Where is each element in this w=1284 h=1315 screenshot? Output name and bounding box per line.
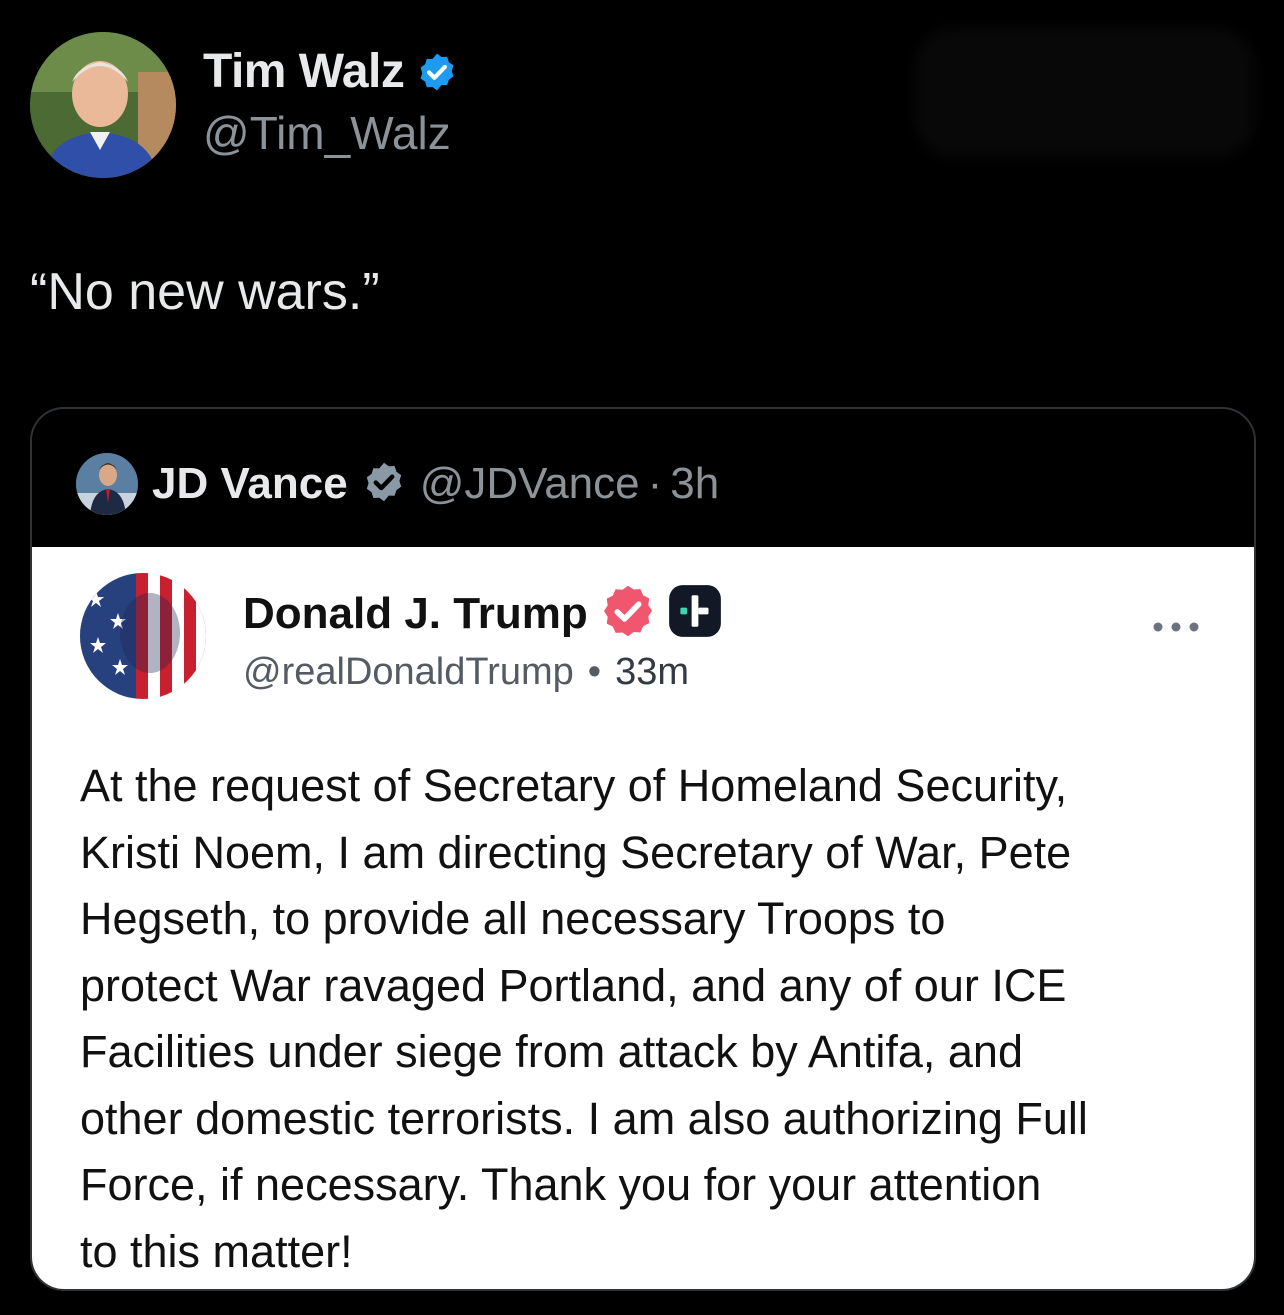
- quoted-tweet-card[interactable]: JD Vance @JDVance · 3h Donald J. Trump @…: [30, 407, 1256, 1291]
- author-name[interactable]: Tim Walz: [203, 44, 405, 99]
- verified-badge-icon: [416, 51, 458, 93]
- verified-badge-icon: [362, 460, 406, 509]
- embedded-author-name: Donald J. Trump: [243, 588, 588, 638]
- separator-dot: ·: [647, 459, 663, 508]
- embedded-post-image: Donald J. Trump @realDonaldTrump • 33m A…: [32, 547, 1254, 1289]
- author-avatar[interactable]: [30, 32, 176, 178]
- embedded-author-avatar: [80, 573, 206, 699]
- embedded-handle-row: @realDonaldTrump • 33m: [243, 651, 689, 694]
- plus-badge-icon: [668, 584, 722, 643]
- embedded-timestamp: 33m: [615, 651, 689, 693]
- embedded-author-handle: @realDonaldTrump: [243, 651, 574, 693]
- quoted-tweet-header: JD Vance @JDVance · 3h: [32, 409, 1254, 547]
- author-name-row: Tim Walz: [203, 44, 458, 99]
- embedded-post-body: At the request of Secretary of Homeland …: [80, 760, 1088, 1277]
- verified-badge-icon: [600, 583, 656, 644]
- author-handle[interactable]: @Tim_Walz: [203, 106, 451, 160]
- blurred-region: [915, 28, 1255, 158]
- more-options-icon: [1148, 615, 1204, 639]
- quoted-author-row: JD Vance @JDVance · 3h: [152, 459, 719, 509]
- quoted-author-handle[interactable]: @JDVance: [420, 459, 640, 509]
- embedded-name-row: Donald J. Trump: [243, 583, 722, 644]
- quoted-author-avatar[interactable]: [76, 453, 138, 515]
- quoted-timestamp[interactable]: 3h: [670, 459, 719, 509]
- tweet-text: “No new wars.”: [30, 263, 380, 321]
- separator-dot: •: [587, 651, 602, 693]
- quoted-author-name[interactable]: JD Vance: [152, 459, 348, 509]
